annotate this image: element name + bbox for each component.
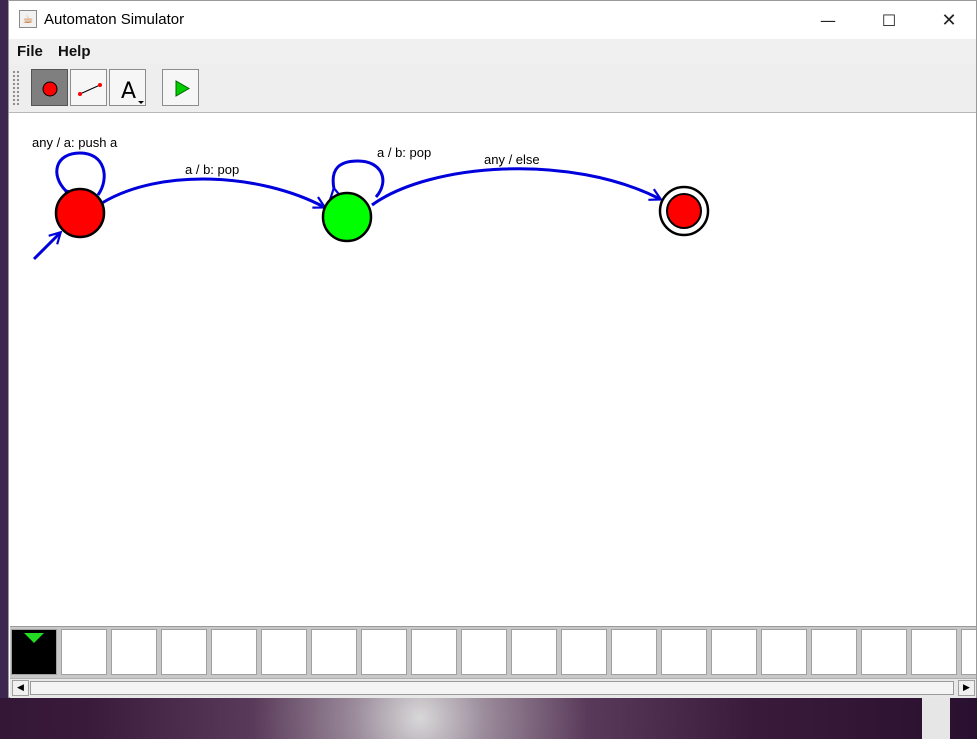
title-bar[interactable]: ☕ Automaton Simulator — ☐ ✕ [9,1,976,39]
close-icon: ✕ [941,9,957,31]
transition-s1-self[interactable] [333,159,385,197]
horizontal-scrollbar[interactable]: ◀ ▶ [10,678,976,698]
add-transition-tool[interactable] [70,69,107,106]
tape-cell[interactable] [261,629,307,675]
chevron-right-icon: ▶ [963,683,970,693]
initial-state-arrow [32,233,60,261]
menu-file[interactable]: File [17,43,43,60]
toolbar-grip[interactable] [12,70,20,106]
close-button[interactable]: ✕ [926,1,972,39]
transition-label-s0-s1[interactable]: a / b: pop [185,162,239,177]
chevron-left-icon: ◀ [17,683,24,693]
text-tool[interactable]: A [109,69,146,106]
state-s2-accepting[interactable] [666,193,702,229]
tape-cell[interactable] [61,629,107,675]
tape-cell[interactable] [961,629,976,675]
transition-s0-s1[interactable] [101,177,324,207]
window-title: Automaton Simulator [44,11,185,28]
minimize-icon: — [820,10,836,30]
minimize-button[interactable]: — [805,1,851,39]
tape-cell[interactable] [761,629,807,675]
desktop-panel [922,698,950,739]
tape-cell[interactable] [911,629,957,675]
menu-help[interactable]: Help [58,43,91,60]
run-tool[interactable] [162,69,199,106]
tape-cell[interactable] [411,629,457,675]
menu-bar: File Help [9,39,976,64]
tape-cell[interactable] [811,629,857,675]
add-state-tool[interactable] [31,69,68,106]
tape-cell[interactable] [611,629,657,675]
scroll-right-button[interactable]: ▶ [958,680,975,696]
toolbar: A [9,64,976,113]
tape-cell[interactable] [211,629,257,675]
transition-line-icon [78,83,102,96]
tape-cell[interactable] [661,629,707,675]
tape-cell[interactable] [511,629,557,675]
tape-cell[interactable] [861,629,907,675]
state-s0-initial[interactable] [54,187,106,239]
tape-cell-head[interactable] [11,629,57,675]
scroll-thumb[interactable] [30,681,954,695]
tape-cell[interactable] [561,629,607,675]
tape-cell[interactable] [711,629,757,675]
maximize-icon: ☐ [881,10,897,30]
transition-s1-s2[interactable] [371,167,660,207]
tape-cell[interactable] [311,629,357,675]
state-s1[interactable] [321,191,373,243]
tape-cell[interactable] [161,629,207,675]
app-window: ☕ Automaton Simulator — ☐ ✕ File Help A [8,0,977,698]
transition-label-s1-self[interactable]: a / b: pop [377,145,431,160]
java-app-icon: ☕ [19,10,37,28]
scroll-left-button[interactable]: ◀ [12,680,29,696]
automaton-canvas[interactable]: any / a: push a a / b: pop a / b: pop an… [10,113,976,625]
tape-cell[interactable] [111,629,157,675]
maximize-button[interactable]: ☐ [866,1,912,39]
transition-label-s0-self[interactable]: any / a: push a [32,135,118,150]
text-a-icon: A [121,79,144,104]
transition-label-s1-s2[interactable]: any / else [484,152,540,167]
state-circle-icon [42,81,58,97]
input-tape [10,626,976,679]
desktop-wallpaper [0,698,977,739]
desktop-background [0,0,8,739]
automaton-diagram[interactable]: any / a: push a a / b: pop a / b: pop an… [10,113,976,625]
tape-cell[interactable] [361,629,407,675]
play-icon [175,80,191,97]
tape-cell[interactable] [461,629,507,675]
tape-head-icon [24,633,44,643]
text-tool-glyph: A [121,79,136,104]
